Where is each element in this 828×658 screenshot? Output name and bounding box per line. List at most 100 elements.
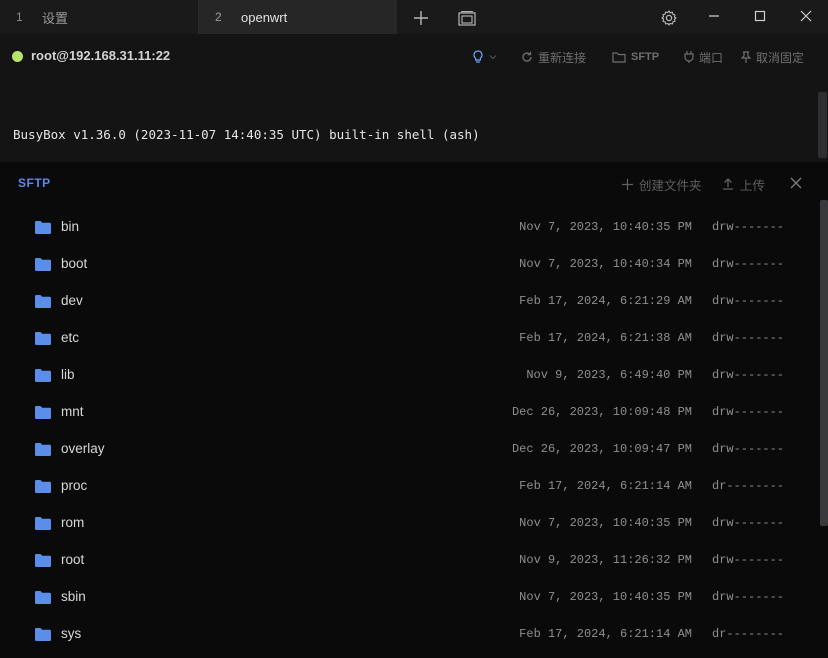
tab-label: 设置 bbox=[42, 10, 69, 26]
file-name: sys bbox=[61, 626, 82, 641]
tab-bar: 1 设置 2 openwrt bbox=[0, 0, 828, 34]
file-permissions: drw------- bbox=[712, 331, 785, 345]
upload-icon bbox=[723, 178, 733, 190]
file-row[interactable]: mnt Dec 26, 2023, 10:09:48 PM drw------- bbox=[0, 394, 818, 431]
host-label: root@192.168.31.11:22 bbox=[31, 48, 171, 63]
file-row[interactable]: dev Feb 17, 2024, 6:21:29 AM drw------- bbox=[0, 283, 818, 320]
file-row[interactable]: rom Nov 7, 2023, 10:40:35 PM drw------- bbox=[0, 505, 818, 542]
file-row[interactable]: sbin Nov 7, 2023, 10:40:35 PM drw------- bbox=[0, 579, 818, 616]
pin-icon bbox=[741, 51, 751, 63]
file-name: lib bbox=[61, 367, 75, 382]
file-row[interactable]: lib Nov 9, 2023, 6:49:40 PM drw------- bbox=[0, 357, 818, 394]
app-window: 1 设置 2 openwrt root@192.168.31.11:22 重新连… bbox=[0, 0, 828, 658]
file-permissions: dr-------- bbox=[712, 479, 785, 493]
file-modified-date: Feb 17, 2024, 6:21:29 AM bbox=[519, 294, 692, 308]
close-icon[interactable] bbox=[795, 5, 817, 27]
file-row[interactable]: overlay Dec 26, 2023, 10:09:47 PM drw-----… bbox=[0, 431, 818, 468]
file-permissions: dr-------- bbox=[712, 627, 785, 641]
file-modified-date: Nov 7, 2023, 10:40:35 PM bbox=[519, 220, 692, 234]
folder-icon bbox=[35, 480, 51, 493]
folder-icon bbox=[35, 369, 51, 382]
reconnect-label: 重新连接 bbox=[538, 50, 587, 65]
file-permissions: drw------- bbox=[712, 405, 785, 419]
folder-icon bbox=[35, 591, 51, 604]
folder-icon bbox=[612, 51, 626, 63]
terminal-line: BusyBox v1.36.0 (2023-11-07 14:40:35 UTC… bbox=[13, 127, 480, 142]
folder-icon bbox=[35, 258, 51, 271]
file-permissions: drw------- bbox=[712, 553, 785, 567]
file-name: mnt bbox=[61, 404, 84, 419]
chevron-down-icon bbox=[489, 55, 497, 60]
create-folder-button[interactable]: 创建文件夹 bbox=[622, 175, 702, 193]
file-name: etc bbox=[61, 330, 80, 345]
file-name: proc bbox=[61, 478, 88, 493]
file-name: boot bbox=[61, 256, 88, 271]
tab-number: 1 bbox=[16, 10, 23, 24]
file-modified-date: Feb 17, 2024, 6:21:14 AM bbox=[519, 479, 692, 493]
port-label: 端口 bbox=[699, 50, 724, 65]
file-name: root bbox=[61, 552, 85, 567]
file-name: rom bbox=[61, 515, 85, 530]
maximize-icon[interactable] bbox=[749, 5, 771, 27]
file-permissions: drw------- bbox=[712, 442, 785, 456]
unpin-label: 取消固定 bbox=[756, 50, 805, 65]
close-icon[interactable] bbox=[787, 174, 805, 192]
file-modified-date: Feb 17, 2024, 6:21:38 AM bbox=[519, 331, 692, 345]
sftp-panel-title: SFTP bbox=[18, 176, 51, 190]
file-row[interactable]: etc Feb 17, 2024, 6:21:38 AM drw------- bbox=[0, 320, 818, 357]
upload-button[interactable]: 上传 bbox=[722, 175, 765, 193]
file-permissions: drw------- bbox=[712, 590, 785, 604]
folder-icon bbox=[35, 406, 51, 419]
file-permissions: drw------- bbox=[712, 294, 785, 308]
tab-openwrt[interactable]: 2 openwrt bbox=[199, 0, 397, 34]
terminal-output[interactable] bbox=[0, 80, 828, 162]
tab-number: 2 bbox=[215, 10, 222, 24]
folder-icon bbox=[35, 628, 51, 641]
file-modified-date: Nov 7, 2023, 10:40:35 PM bbox=[519, 516, 692, 530]
file-modified-date: Nov 9, 2023, 11:26:32 PM bbox=[519, 553, 692, 567]
file-modified-date: Dec 26, 2023, 10:09:48 PM bbox=[511, 405, 692, 419]
file-row[interactable]: bin Nov 7, 2023, 10:40:35 PM drw------- bbox=[0, 209, 818, 246]
file-modified-date: Nov 9, 2023, 6:49:40 PM bbox=[526, 368, 692, 382]
file-modified-date: Feb 17, 2024, 6:21:14 AM bbox=[519, 627, 692, 641]
file-row[interactable]: boot Nov 7, 2023, 10:40:34 PM drw------- bbox=[0, 246, 818, 283]
port-button[interactable]: 端口 bbox=[684, 48, 723, 66]
minimize-icon[interactable] bbox=[703, 5, 725, 27]
folder-icon bbox=[35, 332, 51, 345]
sftp-button[interactable]: SFTP bbox=[612, 48, 659, 66]
file-name: dev bbox=[61, 293, 83, 308]
file-modified-date: Dec 26, 2023, 10:09:47 PM bbox=[511, 442, 692, 456]
window-list-icon[interactable] bbox=[456, 7, 478, 29]
file-modified-date: Nov 7, 2023, 10:40:34 PM bbox=[519, 257, 692, 271]
upload-label: 上传 bbox=[740, 178, 766, 193]
file-name: sbin bbox=[61, 589, 86, 604]
connection-status-indicator bbox=[12, 51, 23, 62]
file-permissions: drw------- bbox=[712, 257, 785, 271]
plug-icon bbox=[684, 51, 694, 63]
folder-icon bbox=[35, 554, 51, 567]
file-list-scrollbar[interactable] bbox=[820, 200, 828, 526]
gear-icon[interactable] bbox=[658, 7, 680, 29]
unpin-button[interactable]: 取消固定 bbox=[741, 48, 804, 66]
plus-icon[interactable] bbox=[410, 7, 432, 29]
folder-icon bbox=[35, 443, 51, 456]
sftp-label: SFTP bbox=[631, 51, 660, 63]
plus-icon bbox=[622, 178, 633, 190]
reconnect-button[interactable]: 重新连接 bbox=[521, 48, 586, 66]
create-folder-label: 创建文件夹 bbox=[639, 178, 702, 193]
folder-icon bbox=[35, 221, 51, 234]
lightbulb-icon bbox=[473, 50, 483, 63]
tab-settings[interactable]: 1 设置 bbox=[0, 0, 198, 34]
file-name: bin bbox=[61, 219, 80, 234]
refresh-icon bbox=[522, 51, 532, 62]
file-row[interactable]: proc Feb 17, 2024, 6:21:14 AM dr-------- bbox=[0, 468, 818, 505]
file-permissions: drw------- bbox=[712, 220, 785, 234]
folder-icon bbox=[35, 517, 51, 530]
file-row[interactable]: sys Feb 17, 2024, 6:21:14 AM dr-------- bbox=[0, 616, 818, 653]
file-name: overlay bbox=[61, 441, 105, 456]
file-row[interactable]: root Nov 9, 2023, 11:26:32 PM drw------- bbox=[0, 542, 818, 579]
bulb-menu[interactable] bbox=[472, 48, 497, 66]
terminal-scrollbar[interactable] bbox=[818, 92, 827, 158]
folder-icon bbox=[35, 295, 51, 308]
tab-label: openwrt bbox=[241, 9, 288, 25]
